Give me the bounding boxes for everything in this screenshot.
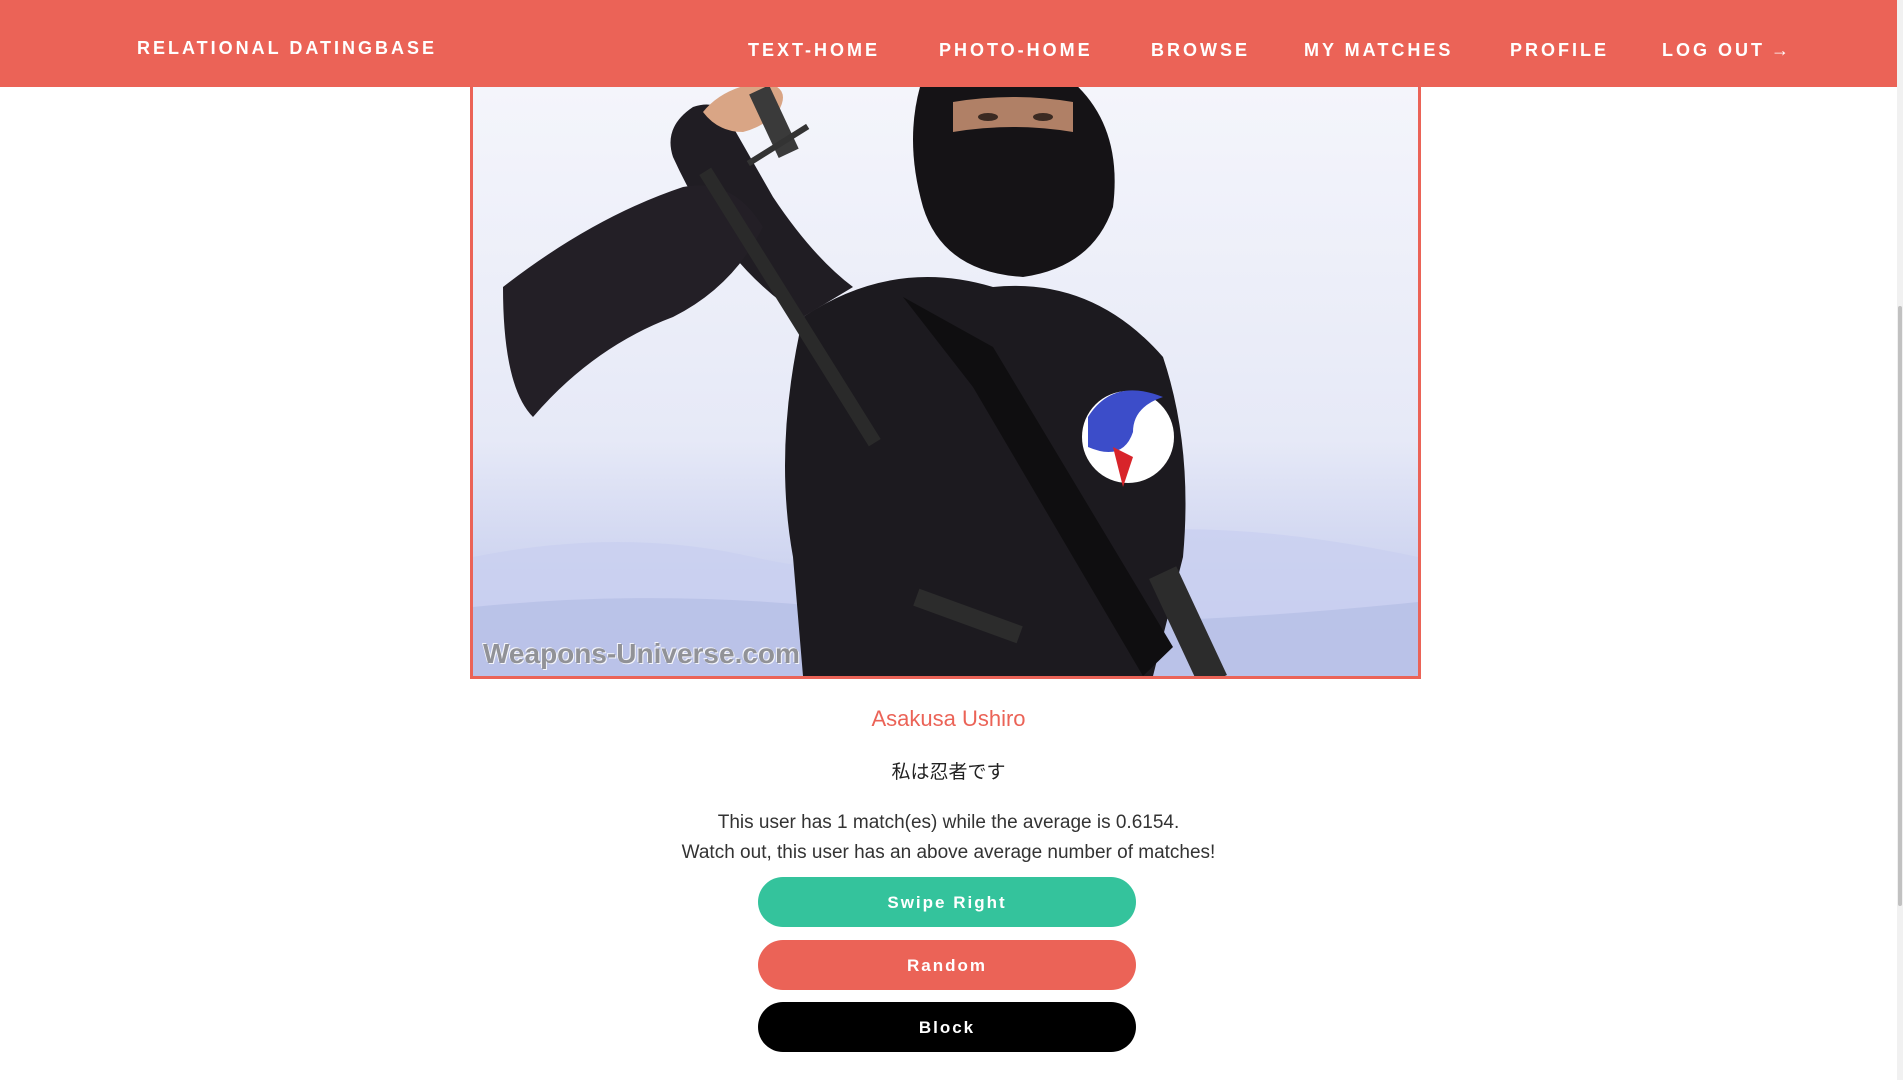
nav-my-matches[interactable]: MY MATCHES bbox=[1304, 40, 1453, 61]
nav-links: TEXT-HOME PHOTO-HOME BROWSE MY MATCHES P… bbox=[0, 40, 1897, 64]
random-button[interactable]: Random bbox=[758, 940, 1136, 990]
top-navbar: RELATIONAL DATINGBASE TEXT-HOME PHOTO-HO… bbox=[0, 0, 1897, 87]
match-count-text: This user has 1 match(es) while the aver… bbox=[717, 812, 1180, 833]
page-scrollbar[interactable] bbox=[1897, 0, 1903, 1080]
match-info: This user has 1 match(es) while the aver… bbox=[0, 808, 1897, 868]
nav-text-home[interactable]: TEXT-HOME bbox=[748, 40, 880, 61]
block-button[interactable]: Block bbox=[758, 1002, 1136, 1052]
nav-browse[interactable]: BROWSE bbox=[1151, 40, 1250, 61]
arrow-right-icon: → bbox=[1771, 40, 1792, 60]
profile-photo: Weapons-Universe.com bbox=[470, 87, 1421, 679]
log-out-label: LOG OUT bbox=[1662, 40, 1765, 60]
user-bio: 私は忍者です bbox=[891, 762, 1006, 783]
swipe-right-button[interactable]: Swipe Right bbox=[758, 877, 1136, 927]
ninja-photo-illustration bbox=[473, 87, 1418, 676]
user-name: Asakusa Ushiro bbox=[871, 706, 1026, 731]
nav-photo-home[interactable]: PHOTO-HOME bbox=[939, 40, 1093, 61]
photo-watermark: Weapons-Universe.com bbox=[483, 638, 800, 669]
scrollbar-thumb[interactable] bbox=[1898, 306, 1902, 906]
nav-profile[interactable]: PROFILE bbox=[1510, 40, 1609, 61]
match-warning-text: Watch out, this user has an above averag… bbox=[681, 842, 1216, 863]
nav-log-out[interactable]: LOG OUT → bbox=[1662, 40, 1792, 61]
